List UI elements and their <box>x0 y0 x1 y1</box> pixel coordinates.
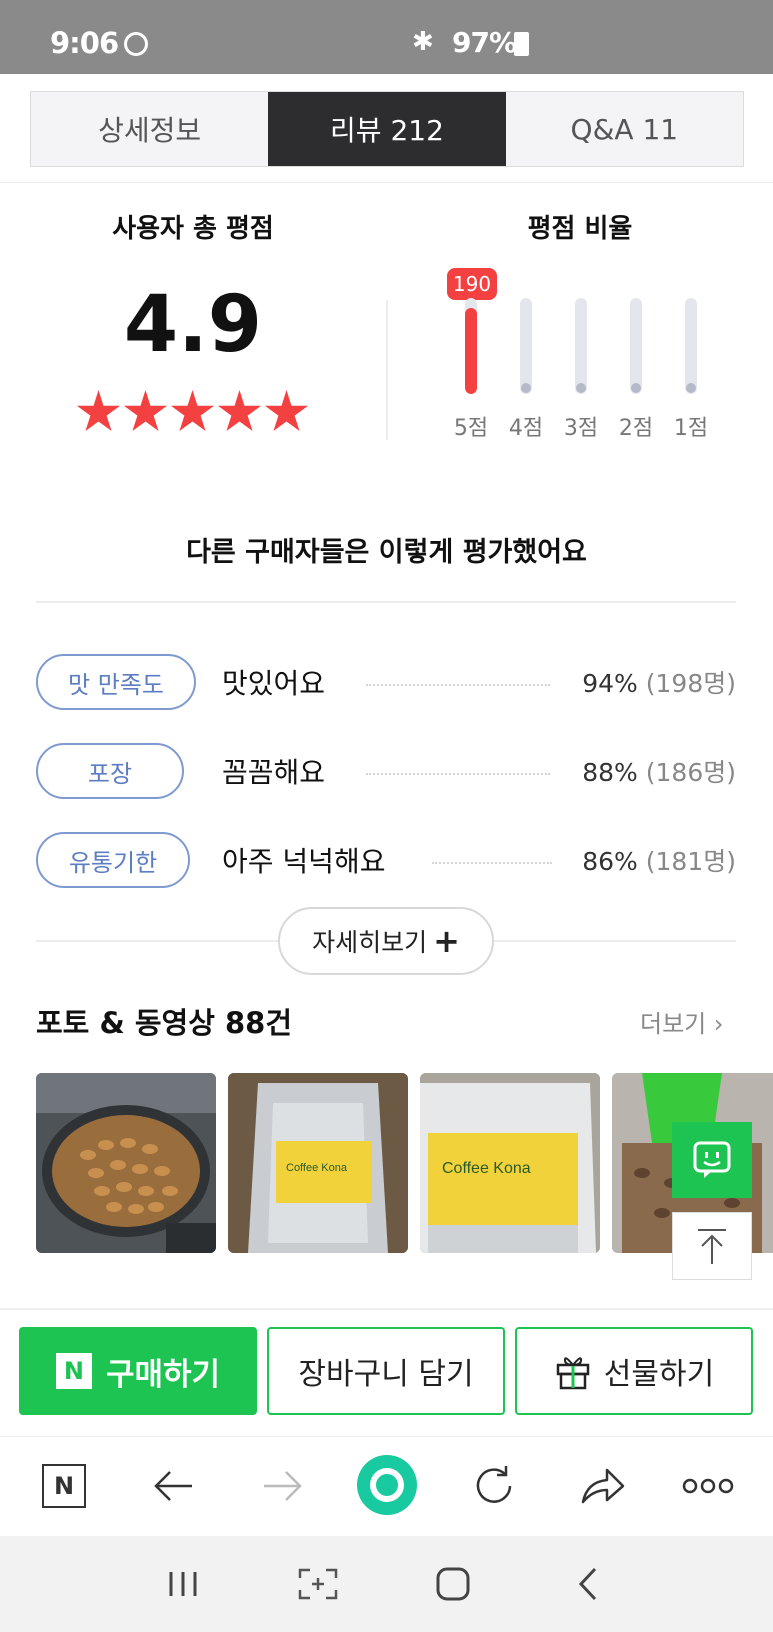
rating-bar-4 <box>520 298 532 394</box>
survey-percent: 94% (198명) <box>582 664 736 700</box>
more-dots-icon[interactable] <box>680 1458 736 1514</box>
photo-thumbnail[interactable]: Coffee Kona <box>420 1073 600 1253</box>
forward-arrow-icon[interactable] <box>254 1458 310 1514</box>
tab-details[interactable]: 상세정보 <box>31 92 268 166</box>
coffee-bag-photo: Coffee Kona <box>228 1073 408 1253</box>
gift-icon <box>556 1357 590 1390</box>
photo-thumbnail[interactable]: Coffee Kona <box>228 1073 408 1253</box>
bar-label: 1점 <box>673 416 709 441</box>
survey-tag: 맛 만족도 <box>36 654 196 710</box>
chat-button[interactable] <box>672 1122 752 1198</box>
battery-percent: 97% <box>452 26 517 59</box>
status-time: 9:06 <box>50 26 119 60</box>
photo-section-title: 포토 & 동영상 88건 <box>36 1006 293 1040</box>
buy-label: 구매하기 <box>105 1356 221 1393</box>
bar-dot <box>576 383 586 393</box>
plus-icon: + <box>433 922 460 960</box>
survey-row: 포장 꼼꼼해요 88% (186명) <box>36 741 736 801</box>
naver-home-logo: N <box>42 1464 86 1508</box>
star-icon <box>123 390 168 431</box>
survey-answer: 꼼꼼해요 <box>222 756 326 789</box>
arrow-up-icon <box>698 1229 726 1264</box>
naver-home-icon[interactable]: N <box>36 1458 92 1514</box>
star-icon <box>170 390 215 431</box>
divider <box>386 300 388 440</box>
total-rating-title: 사용자 총 평점 <box>112 214 274 244</box>
percent-value: 94% <box>582 669 638 698</box>
tab-qna[interactable]: Q&A 11 <box>506 92 743 166</box>
survey-percent: 88% (186명) <box>582 753 736 789</box>
gift-button[interactable]: 선물하기 <box>515 1327 753 1415</box>
review-tabs: 상세정보 리뷰 212 Q&A 11 <box>30 91 744 167</box>
back-arrow-icon[interactable] <box>146 1458 202 1514</box>
see-more-button[interactable]: 자세히보기 + <box>278 907 494 975</box>
see-more-label: 자세히보기 <box>312 928 428 957</box>
chevron-right-icon: › <box>713 1010 724 1038</box>
gift-label: 선물하기 <box>603 1357 715 1392</box>
see-all-link[interactable]: 더보기 › <box>640 1004 724 1039</box>
bluetooth-icon: ✱ <box>412 27 434 57</box>
survey-answer: 아주 넉넉해요 <box>222 845 386 878</box>
rating-bar-2 <box>630 298 642 394</box>
system-nav-bar <box>0 1536 773 1632</box>
screen-capture-icon[interactable] <box>290 1558 346 1610</box>
star-icon <box>264 390 309 431</box>
photo-thumbnail[interactable] <box>36 1073 216 1253</box>
add-to-cart-button[interactable]: 장바구니 담기 <box>267 1327 505 1415</box>
rating-distribution-title: 평점 비율 <box>527 214 633 244</box>
buy-button[interactable]: N 구매하기 <box>19 1327 257 1415</box>
percent-value: 88% <box>582 758 638 787</box>
rating-stars <box>76 390 316 435</box>
bar-dot <box>631 383 641 393</box>
coffee-beans-photo <box>36 1073 216 1253</box>
bar-label: 2점 <box>618 416 654 441</box>
survey-row: 맛 만족도 맛있어요 94% (198명) <box>36 652 736 712</box>
bag-label: Coffee Kona <box>286 1162 348 1174</box>
scroll-top-button[interactable] <box>672 1212 752 1280</box>
rating-score: 4.9 <box>123 280 263 370</box>
naver-pay-logo: N <box>55 1353 92 1389</box>
coffee-bag-photo: Coffee Kona <box>420 1073 600 1253</box>
chat-icon <box>693 1141 731 1178</box>
rating-bar-1 <box>685 298 697 394</box>
dotted-line <box>432 862 552 864</box>
share-icon[interactable] <box>574 1458 630 1514</box>
star-icon <box>76 390 121 431</box>
green-dot-icon[interactable] <box>356 1454 418 1516</box>
survey-percent: 86% (181명) <box>582 842 736 878</box>
home-icon[interactable] <box>425 1558 481 1610</box>
bar-label: 3점 <box>563 416 599 441</box>
check-circle-icon <box>124 32 148 56</box>
battery-icon <box>514 32 529 56</box>
divider <box>0 182 773 183</box>
survey-row: 유통기한 아주 넉넉해요 86% (181명) <box>36 830 736 890</box>
bar-label: 4점 <box>508 416 544 441</box>
tab-reviews[interactable]: 리뷰 212 <box>268 92 506 166</box>
back-icon[interactable] <box>560 1558 616 1610</box>
respondent-count: (198명) <box>645 669 736 698</box>
recent-apps-icon[interactable] <box>155 1558 211 1610</box>
respondent-count: (186명) <box>645 758 736 787</box>
bar-dot <box>521 383 531 393</box>
rating-bar-5 <box>465 298 477 394</box>
survey-tag: 유통기한 <box>36 832 190 888</box>
bag-label: Coffee Kona <box>442 1160 531 1177</box>
dotted-line <box>366 773 550 775</box>
bar-dot <box>686 383 696 393</box>
bar-label: 5점 <box>453 416 489 441</box>
divider <box>36 601 736 603</box>
bar-fill <box>465 307 477 394</box>
see-all-label: 더보기 <box>640 1010 707 1038</box>
survey-answer: 맛있어요 <box>222 667 326 700</box>
percent-value: 86% <box>582 847 638 876</box>
status-bar: 9:06 ✱ 97% <box>0 0 773 74</box>
top-count-badge: 190 <box>447 268 497 300</box>
rating-bar-3 <box>575 298 587 394</box>
survey-tag: 포장 <box>36 743 184 799</box>
dotted-line <box>366 684 550 686</box>
respondent-count: (181명) <box>645 847 736 876</box>
star-icon <box>217 390 262 431</box>
survey-title: 다른 구매자들은 이렇게 평가했어요 <box>186 537 587 568</box>
refresh-icon[interactable] <box>466 1458 522 1514</box>
